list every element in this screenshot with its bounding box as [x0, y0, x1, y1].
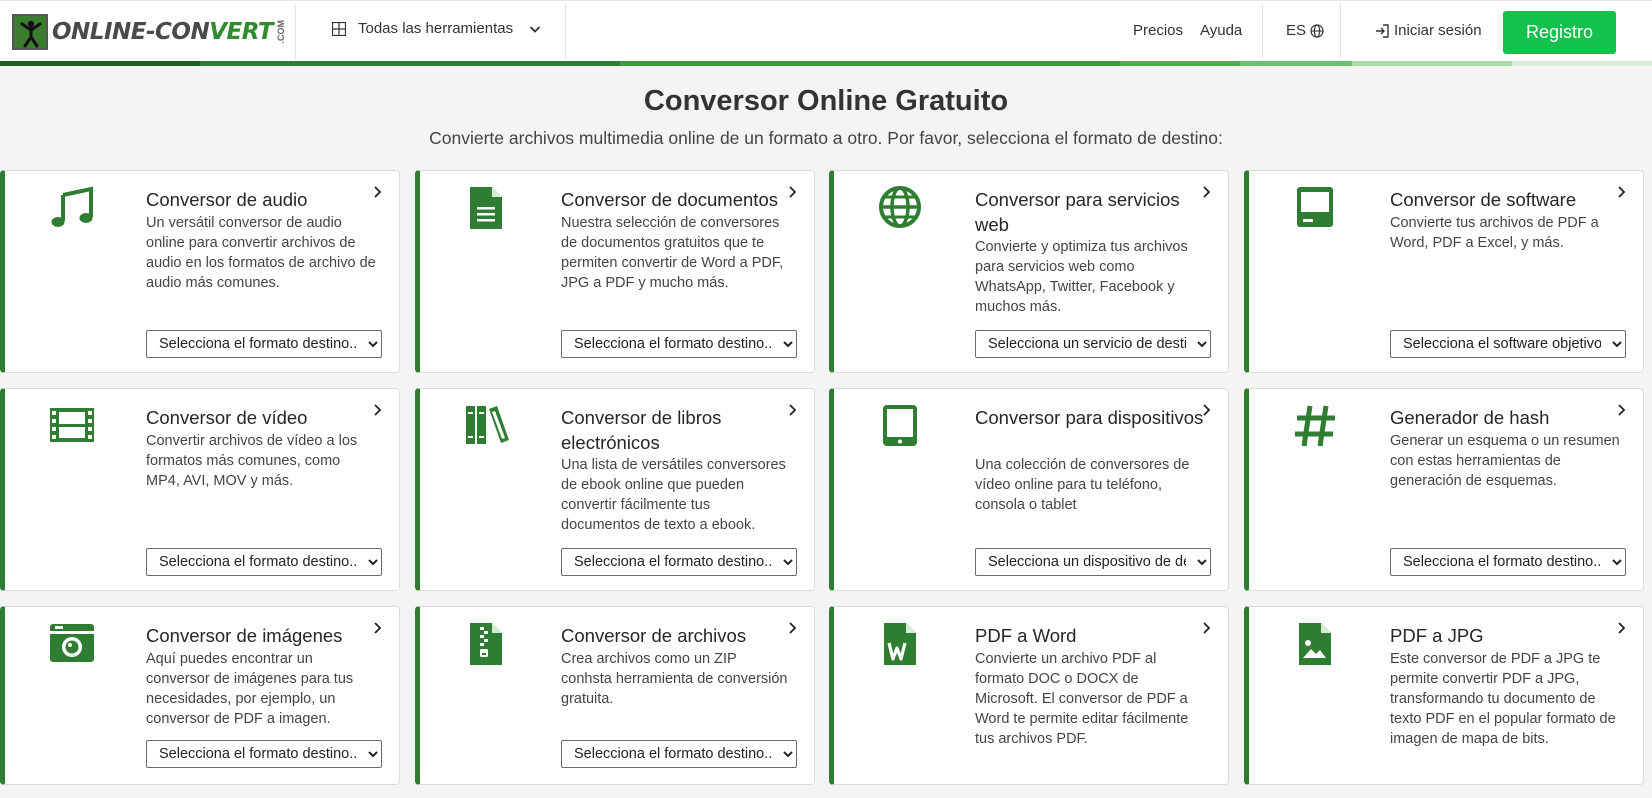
archive-converter-card[interactable]: Conversor de archivos Crea archivos como… — [415, 606, 815, 785]
hash-format-select[interactable]: Selecciona el formato destino... — [1390, 548, 1626, 576]
chevron-right-icon[interactable] — [373, 403, 383, 417]
help-link[interactable]: Ayuda — [1200, 22, 1242, 39]
page-title: Conversor Online Gratuito — [643, 85, 1009, 117]
hash-generator-card[interactable]: Generador de hash Generar un esquema o u… — [1244, 388, 1644, 591]
card-title: PDF a Word — [975, 625, 1077, 646]
film-icon — [50, 408, 94, 442]
software-converter-card[interactable]: Conversor de software Convierte tus arch… — [1244, 170, 1644, 373]
web-service-select[interactable]: Selecciona un servicio de destino... — [975, 330, 1211, 358]
word-file-icon — [884, 623, 916, 665]
document-converter-card[interactable]: Conversor de documentos Nuestra selecció… — [415, 170, 815, 373]
document-format-select[interactable]: Selecciona el formato destino... — [561, 330, 797, 358]
pricing-link[interactable]: Precios — [1133, 22, 1183, 39]
card-description: Convierte un archivo PDF al formato DOC … — [975, 651, 1189, 747]
globe-icon — [879, 186, 921, 228]
login-link[interactable]: Iniciar sesión — [1375, 22, 1482, 39]
image-converter-card[interactable]: Conversor de imágenes Aquí puedes encont… — [0, 606, 400, 785]
sign-in-icon — [1376, 23, 1389, 38]
globe-icon — [1310, 23, 1324, 38]
chevron-right-icon[interactable] — [1202, 185, 1212, 199]
web-services-converter-card[interactable]: Conversor para servicios web Convierte y… — [829, 170, 1229, 373]
card-description: Este conversor de PDF a JPG te permite c… — [1390, 651, 1616, 747]
chevron-right-icon[interactable] — [788, 185, 798, 199]
camera-icon — [50, 624, 94, 662]
image-format-select[interactable]: Selecciona el formato destino... — [146, 740, 382, 768]
hash-icon — [1295, 405, 1335, 447]
language-label: ES — [1286, 22, 1307, 39]
card-title: Conversor de archivos — [561, 625, 747, 646]
card-description: Generar un esquema o un resumen con esta… — [1390, 433, 1620, 489]
card-title: PDF a JPG — [1390, 625, 1484, 646]
document-icon — [470, 187, 502, 229]
header-divider — [565, 4, 566, 59]
card-title: Conversor de audio — [146, 189, 308, 210]
ebook-format-select[interactable]: Selecciona el formato destino... — [561, 548, 797, 576]
header-divider — [1262, 4, 1263, 59]
top-header: ONLINE-CONVERT .COM Todas las herramient… — [0, 0, 1652, 61]
archive-format-select[interactable]: Selecciona el formato destino... — [561, 740, 797, 768]
audio-format-select[interactable]: Selecciona el formato destino... — [146, 330, 382, 358]
chevron-right-icon[interactable] — [788, 621, 798, 635]
chevron-right-icon[interactable] — [1202, 621, 1212, 635]
all-tools-menu[interactable]: Todas las herramientas — [332, 20, 541, 37]
card-description: Crea archivos como un ZIP conhsta herram… — [561, 651, 788, 707]
logo-mark-icon — [12, 14, 48, 50]
card-description: Una lista de versátiles conversores de e… — [561, 457, 786, 533]
chevron-down-icon — [529, 25, 541, 33]
card-title: Conversor de documentos — [561, 189, 778, 210]
card-description: Aquí puedes encontrar un conversor de im… — [146, 651, 354, 727]
card-title: Conversor de imágenes — [146, 625, 343, 646]
card-title: Conversor de libros electrónicos — [561, 407, 722, 453]
logo-suffix: .COM — [276, 20, 287, 44]
card-title: Generador de hash — [1390, 407, 1550, 428]
header-color-bar — [0, 61, 1652, 66]
pdf-to-jpg-card[interactable]: PDF a JPG Este conversor de PDF a JPG te… — [1244, 606, 1644, 785]
all-tools-label: Todas las herramientas — [358, 20, 514, 37]
header-divider — [1340, 4, 1341, 59]
card-description: Convierte y optimiza tus archivos para s… — [975, 239, 1188, 315]
audio-converter-card[interactable]: Conversor de audio Un versátil conversor… — [0, 170, 400, 373]
chevron-right-icon[interactable] — [1617, 621, 1627, 635]
image-file-icon — [1299, 623, 1331, 665]
register-button[interactable]: Registro — [1503, 11, 1616, 54]
chevron-right-icon[interactable] — [373, 621, 383, 635]
language-selector[interactable]: ES — [1286, 22, 1324, 39]
header-divider — [295, 4, 296, 59]
chevron-right-icon[interactable] — [788, 403, 798, 417]
zip-file-icon — [470, 623, 502, 665]
ebook-converter-card[interactable]: Conversor de libros electrónicos Una lis… — [415, 388, 815, 591]
card-description: Convierte tus archivos de PDF a Word, PD… — [1390, 215, 1599, 251]
card-title: Conversor para dispositivos — [975, 407, 1204, 428]
device-select[interactable]: Selecciona un dispositivo de destino... — [975, 548, 1211, 576]
logo-wordmark: ONLINE-CONVERT — [52, 19, 274, 45]
card-title: Conversor de software — [1390, 189, 1577, 210]
card-title: Conversor de vídeo — [146, 407, 308, 428]
books-icon — [466, 406, 509, 444]
card-title: Conversor para servicios web — [975, 189, 1180, 235]
card-description: Nuestra selección de conversores de docu… — [561, 215, 784, 291]
card-description: Un versátil conversor de audio online pa… — [146, 215, 376, 291]
chevron-right-icon[interactable] — [1617, 403, 1627, 417]
music-note-icon — [51, 186, 93, 227]
chevron-right-icon[interactable] — [1202, 403, 1212, 417]
pdf-to-word-card[interactable]: PDF a Word Convierte un archivo PDF al f… — [829, 606, 1229, 785]
software-select[interactable]: Selecciona el software objetivo... — [1390, 330, 1626, 358]
page-subtitle: Convierte archivos multimedia online de … — [429, 128, 1223, 148]
chevron-right-icon[interactable] — [1617, 185, 1627, 199]
tablet-icon — [883, 405, 917, 446]
grid-icon — [332, 21, 346, 36]
video-converter-card[interactable]: Conversor de vídeo Convertir archivos de… — [0, 388, 400, 591]
video-format-select[interactable]: Selecciona el formato destino... — [146, 548, 382, 576]
site-logo[interactable]: ONLINE-CONVERT .COM — [12, 13, 286, 51]
card-description: Convertir archivos de vídeo a los format… — [146, 433, 358, 489]
card-description: Una colección de conversores de vídeo on… — [975, 457, 1190, 513]
device-converter-card[interactable]: Conversor para dispositivos Una colecció… — [829, 388, 1229, 591]
computer-icon — [1297, 187, 1333, 227]
chevron-right-icon[interactable] — [373, 185, 383, 199]
login-label: Iniciar sesión — [1394, 22, 1482, 39]
